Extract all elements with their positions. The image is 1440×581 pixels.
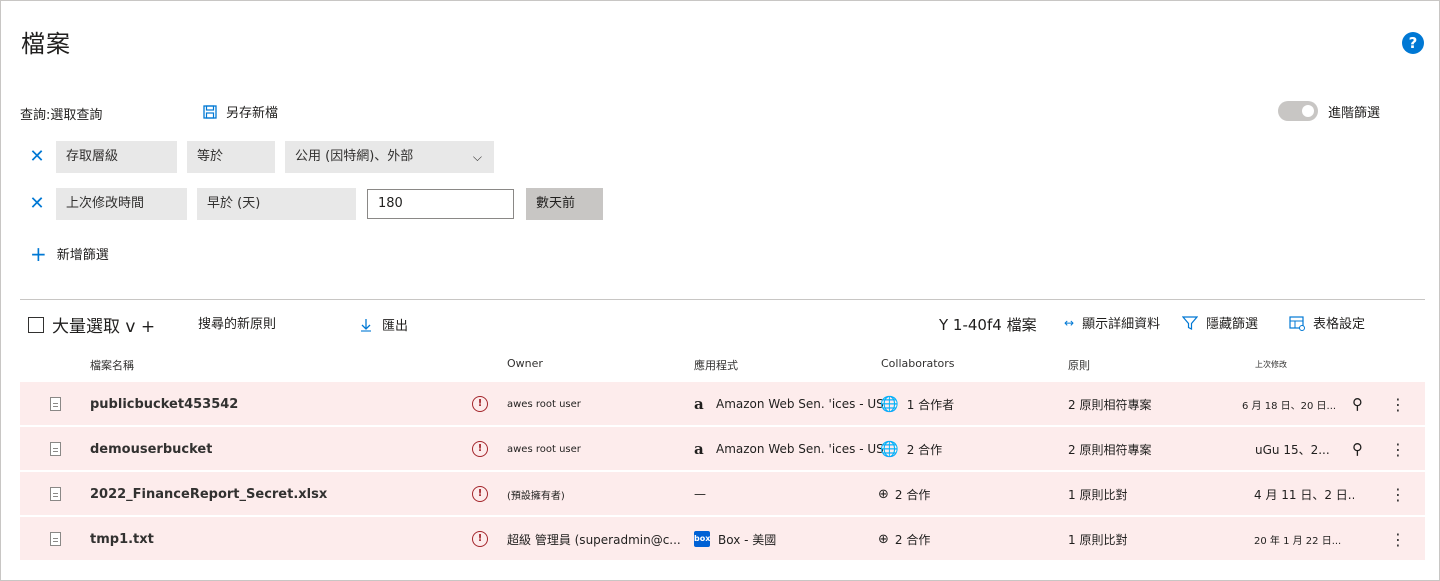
save-as-label: 另存新檔 xyxy=(226,106,279,121)
chevron-down-icon: ⌵ xyxy=(472,150,482,164)
section-divider xyxy=(20,299,1425,300)
app-name: Amazon Web Sen. 'ices - US xyxy=(716,442,884,456)
plus-icon: + xyxy=(30,241,47,266)
save-as-button[interactable]: 另存新檔 xyxy=(203,102,278,121)
bulk-select[interactable]: 大量選取 v + xyxy=(28,312,155,337)
owner: awes root user xyxy=(507,398,581,410)
table-row[interactable]: 2022_FinanceReport_Secret.xlsx ! (預設擁有者)… xyxy=(20,472,1425,516)
column-header-owner[interactable]: Owner xyxy=(507,357,543,370)
select-all-checkbox[interactable] xyxy=(28,316,44,333)
table-settings-label: 表格設定 xyxy=(1313,317,1366,332)
filter-1-operator[interactable]: 等於 xyxy=(187,141,275,173)
more-options-icon[interactable]: ⋮ xyxy=(1390,530,1406,549)
show-details-label: 顯示詳細資料 xyxy=(1082,317,1161,332)
file-icon xyxy=(50,397,61,411)
bulk-select-label: 大量選取 v + xyxy=(52,317,156,337)
column-header-collaborators[interactable]: Collaborators xyxy=(881,357,955,370)
external-users-icon: ⊕ xyxy=(878,486,889,502)
collaborators: 2 合作 xyxy=(906,442,943,457)
column-header-file-name[interactable]: 檔案名稱 xyxy=(90,357,134,373)
owner: (預設擁有者) xyxy=(507,490,565,502)
box-icon: box xyxy=(694,531,710,547)
table-row[interactable]: demouserbucket ! awes root user a Amazon… xyxy=(20,427,1425,471)
more-options-icon[interactable]: ⋮ xyxy=(1390,395,1406,414)
advanced-filter-label: 進階篩選 xyxy=(1328,105,1381,121)
last-modified: 4 月 11 日、2 日... xyxy=(1254,487,1354,502)
amazon-icon: a xyxy=(694,440,704,458)
filter-1-value: 公用 (因特網)、外部 xyxy=(295,149,414,164)
external-users-icon: ⊕ xyxy=(878,531,889,547)
export-button[interactable]: 匯出 xyxy=(360,315,408,334)
file-icon xyxy=(50,532,61,546)
add-filter-button[interactable]: + 新增篩選 xyxy=(30,241,109,266)
table-settings-icon xyxy=(1289,315,1305,331)
table-settings-button[interactable]: 表格設定 xyxy=(1289,313,1365,332)
more-options-icon[interactable]: ⋮ xyxy=(1390,485,1406,504)
policy-matches[interactable]: 1 原則比對 xyxy=(1068,517,1127,561)
file-icon xyxy=(50,487,61,501)
column-header-policy[interactable]: 原則 xyxy=(1068,357,1090,373)
alert-icon[interactable]: ! xyxy=(472,396,488,412)
file-name[interactable]: demouserbucket xyxy=(90,427,212,471)
expand-arrows-icon: ↔ xyxy=(1064,315,1075,330)
file-icon xyxy=(50,442,61,456)
add-filter-label: 新增篩選 xyxy=(56,248,109,263)
filter-icon xyxy=(1182,315,1198,330)
app-name: Amazon Web Sen. 'ices - US xyxy=(716,397,884,411)
last-modified: 6 月 18 日、20 日... xyxy=(1242,400,1337,412)
globe-icon: 🌐 xyxy=(880,440,899,458)
last-modified: uGu 15、2... xyxy=(1255,442,1330,457)
new-policy-button[interactable]: 搜尋的新原則 xyxy=(198,313,276,332)
last-modified: 20 年 1 月 22 日... xyxy=(1254,535,1342,547)
collaborators: 1 合作者 xyxy=(906,397,955,412)
amazon-icon: a xyxy=(694,395,704,413)
download-icon xyxy=(361,318,371,332)
toggle-knob xyxy=(1302,105,1314,117)
globe-icon: 🌐 xyxy=(880,395,899,413)
query-selector[interactable]: 查詢:選取查詢 xyxy=(20,104,102,123)
owner: 超級 管理員 (superadmin@c... xyxy=(507,532,681,547)
filter-1-value-dropdown[interactable]: 公用 (因特網)、外部 ⌵ xyxy=(285,141,494,173)
hide-filters-button[interactable]: 隱藏篩選 xyxy=(1182,313,1258,332)
file-name[interactable]: 2022_FinanceReport_Secret.xlsx xyxy=(90,472,327,516)
filter-1-field[interactable]: 存取層級 xyxy=(56,141,177,173)
search-icon[interactable]: ⚲ xyxy=(1352,440,1363,458)
filter-2-unit-dropdown[interactable]: 數天前 xyxy=(526,188,603,220)
table-row[interactable]: tmp1.txt ! 超級 管理員 (superadmin@c... box B… xyxy=(20,517,1425,561)
app-name: Box - 美國 xyxy=(718,532,777,547)
export-label: 匯出 xyxy=(382,319,409,334)
alert-icon[interactable]: ! xyxy=(472,441,488,457)
filter-2-days-input[interactable]: 180 xyxy=(367,189,514,219)
column-header-app[interactable]: 應用程式 xyxy=(694,357,738,373)
page-title: 檔案 xyxy=(21,30,71,58)
filter-2-field[interactable]: 上次修改時間 xyxy=(56,188,187,220)
help-icon[interactable]: ? xyxy=(1402,32,1424,54)
show-details-button[interactable]: ↔ 顯示詳細資料 xyxy=(1064,313,1161,333)
remove-filter-2-icon[interactable]: ✕ xyxy=(29,195,45,213)
remove-filter-1-icon[interactable]: ✕ xyxy=(29,148,45,166)
toggle-switch[interactable] xyxy=(1278,101,1318,121)
alert-icon[interactable]: ! xyxy=(472,486,488,502)
hide-filters-label: 隱藏篩選 xyxy=(1206,317,1259,332)
more-options-icon[interactable]: ⋮ xyxy=(1390,440,1406,459)
save-icon xyxy=(203,104,217,119)
file-name[interactable]: tmp1.txt xyxy=(90,517,154,561)
file-name[interactable]: publicbucket453542 xyxy=(90,382,238,426)
app-name: — xyxy=(694,487,706,501)
collaborators: 2 合作 xyxy=(894,532,931,547)
alert-icon[interactable]: ! xyxy=(472,531,488,547)
column-header-last-modified[interactable]: 上次修改 xyxy=(1255,359,1287,370)
policy-matches[interactable]: 1 原則比對 xyxy=(1068,472,1127,516)
filter-2-operator[interactable]: 早於 (天) xyxy=(197,188,356,220)
table-row[interactable]: publicbucket453542 ! awes root user a Am… xyxy=(20,382,1425,426)
search-icon[interactable]: ⚲ xyxy=(1352,395,1363,413)
advanced-filter-toggle[interactable]: 進階篩選 xyxy=(1278,101,1380,121)
results-count: Y 1-40f4 檔案 xyxy=(939,316,1037,334)
policy-matches[interactable]: 2 原則相符專案 xyxy=(1068,382,1151,426)
owner: awes root user xyxy=(507,443,581,455)
collaborators: 2 合作 xyxy=(894,487,931,502)
policy-matches[interactable]: 2 原則相符專案 xyxy=(1068,427,1151,471)
